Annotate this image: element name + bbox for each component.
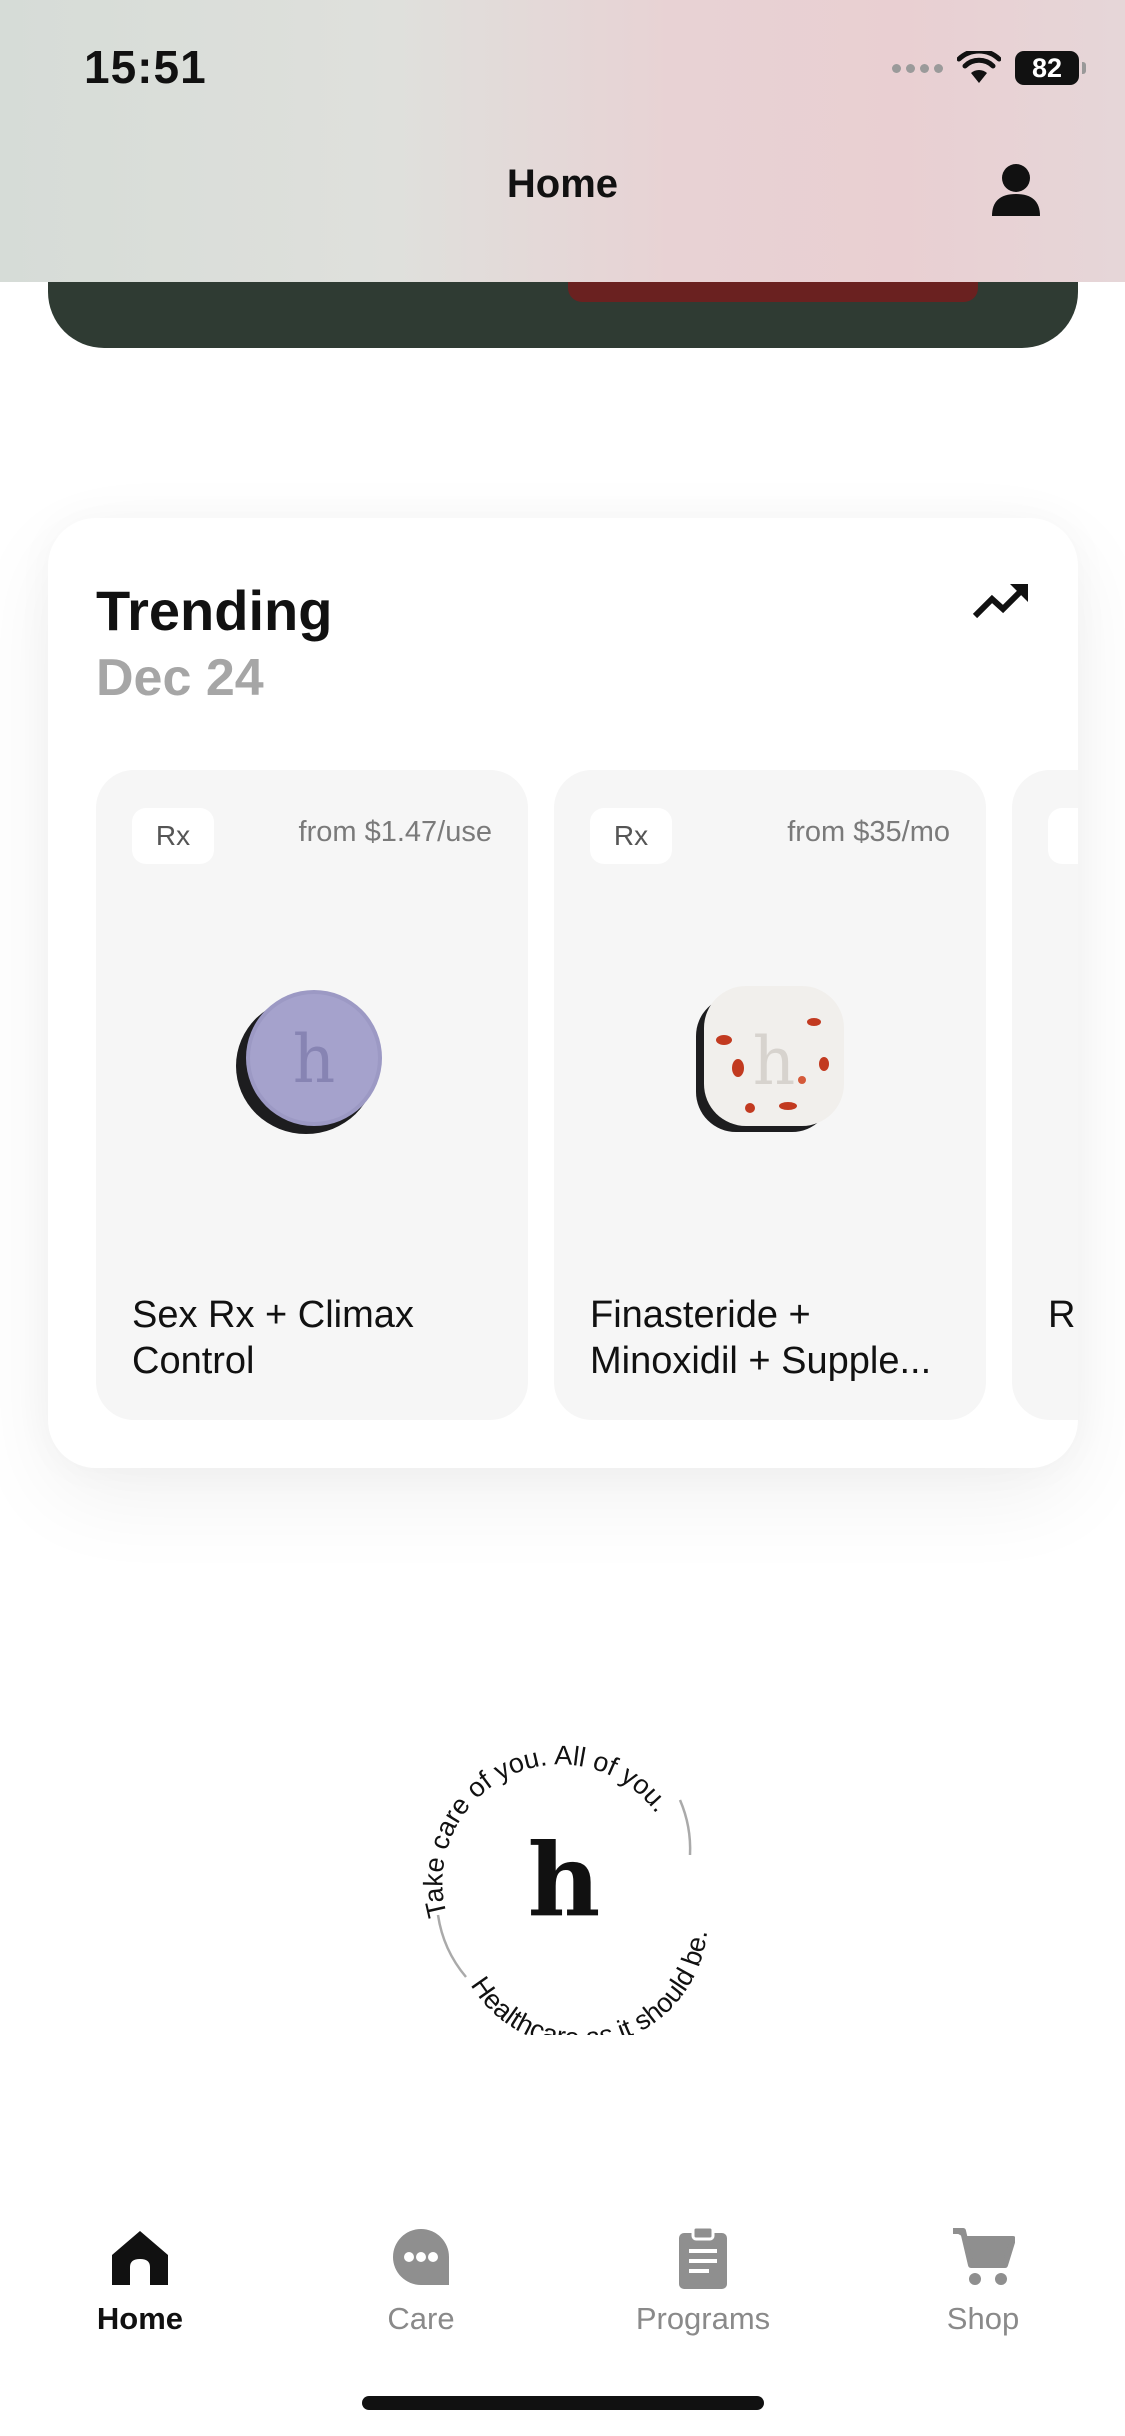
seal-text-bottom: Healthcare as it should be. <box>465 1928 713 2035</box>
tab-label: Programs <box>635 2301 771 2336</box>
status-icons: 82 <box>892 48 1086 88</box>
product-price: from $1.47/use <box>298 816 492 848</box>
logo-letter: h <box>528 1821 601 1939</box>
trending-title: Trending <box>96 579 333 642</box>
tab-label: Home <box>96 2301 184 2336</box>
tab-label: Care <box>387 2301 455 2336</box>
cart-icon <box>953 2228 1015 2285</box>
chat-bubble-icon <box>393 2229 449 2285</box>
wifi-icon <box>957 51 1001 83</box>
rx-badge: Rx <box>132 808 214 864</box>
top-header: 15:51 82 Home <box>0 0 1125 282</box>
profile-icon[interactable] <box>990 162 1042 218</box>
tab-home[interactable]: Home <box>40 2225 240 2355</box>
pill-image: h <box>236 990 382 1134</box>
trending-card: Trending Dec 24 Rx from $1.47/use h Sex … <box>48 518 1078 1468</box>
svg-text:h: h <box>293 1021 336 1098</box>
product-name: Sex Rx + Climax Control <box>132 1294 414 1382</box>
rx-badge <box>1048 808 1078 864</box>
brand-seal-logo: Take care of you. All of you. Healthcare… <box>418 1740 713 2035</box>
trending-up-icon <box>972 584 1028 619</box>
tab-care[interactable]: Care <box>321 2225 521 2355</box>
product-card[interactable]: Rx from $1.47/use h Sex Rx + Climax Cont… <box>96 770 528 1420</box>
product-card[interactable]: R <box>1012 770 1078 1420</box>
page-title: Home <box>506 162 619 206</box>
cellular-signal-icon <box>892 63 943 73</box>
home-indicator[interactable] <box>362 2396 764 2410</box>
svg-text:h: h <box>753 1023 796 1100</box>
product-price: from $35/mo <box>787 816 950 848</box>
home-icon <box>112 2231 168 2285</box>
status-time: 15:51 <box>84 41 207 93</box>
svg-text:Healthcare as it should be.: Healthcare as it should be. <box>465 1928 713 2035</box>
tab-shop[interactable]: Shop <box>883 2225 1083 2355</box>
battery-level: 82 <box>1031 52 1063 83</box>
tab-programs[interactable]: Programs <box>603 2225 803 2355</box>
pill-image: h <box>696 986 844 1132</box>
product-name: Finasteride + Minoxidil + Supple... <box>590 1294 932 1382</box>
battery-icon: 82 <box>1015 51 1086 85</box>
trending-date: Dec 24 <box>96 649 264 707</box>
tab-label: Shop <box>946 2301 1020 2336</box>
product-name: R <box>1048 1294 1076 1336</box>
rx-badge: Rx <box>590 808 672 864</box>
product-card[interactable]: Rx from $35/mo h Finasteride + Minoxidil… <box>554 770 986 1420</box>
clipboard-icon <box>679 2225 727 2289</box>
